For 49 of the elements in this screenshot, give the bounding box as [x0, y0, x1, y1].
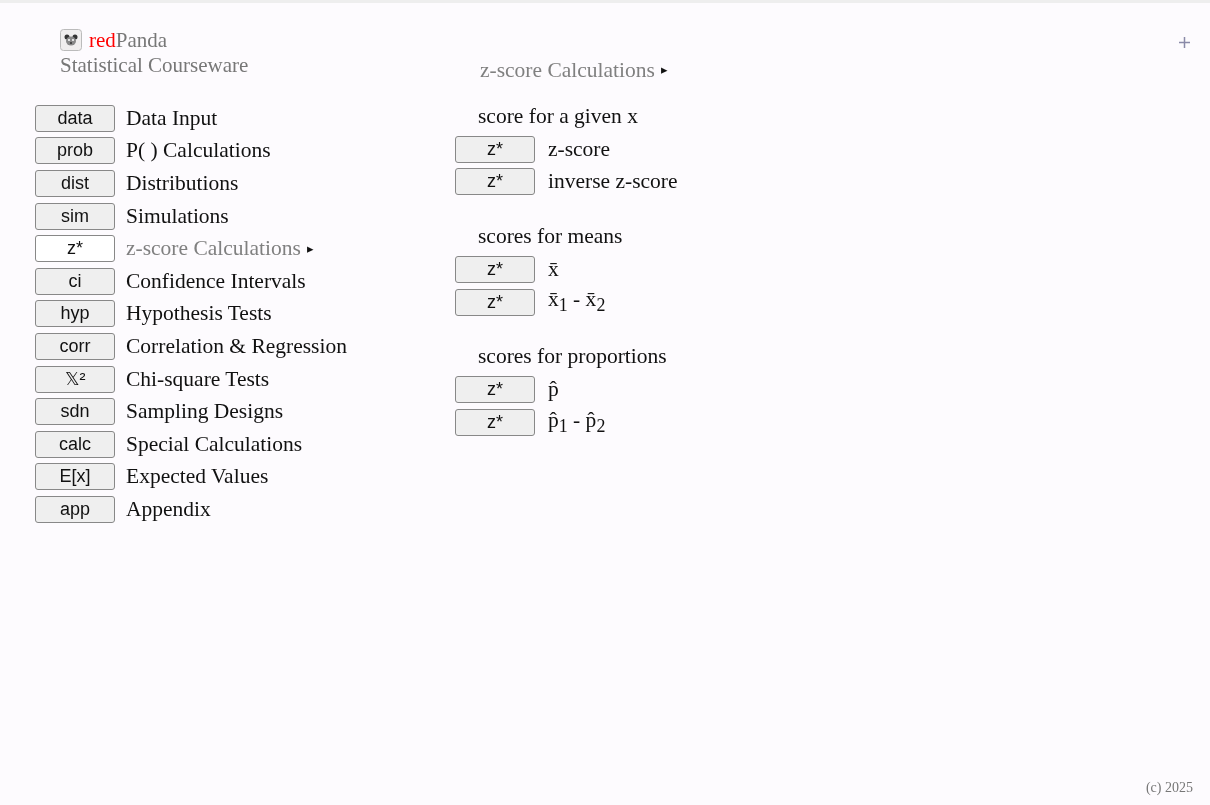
calc-label[interactable]: z-score	[548, 136, 611, 162]
z-score-button[interactable]: z*	[455, 256, 535, 283]
z-score-button[interactable]: z*	[455, 408, 535, 436]
subtitle: Statistical Courseware	[60, 53, 250, 78]
menu-label[interactable]: Sampling Designs	[126, 399, 284, 425]
menu-button[interactable]: sdn	[35, 398, 115, 426]
menu-label[interactable]: Confidence Intervals	[126, 268, 306, 294]
menu-button[interactable]: hyp	[35, 300, 115, 328]
menu-label[interactable]: P( ) Calculations	[126, 138, 271, 164]
menu-button[interactable]: ci	[35, 267, 115, 295]
z-score-button[interactable]: z*	[455, 376, 535, 404]
menu-button[interactable]: z*	[35, 235, 115, 263]
menu-button[interactable]: 𝕏²	[35, 365, 115, 393]
menu-label[interactable]: Distributions	[126, 171, 239, 196]
menu-button[interactable]: prob	[35, 137, 115, 165]
z-score-button[interactable]: z*	[455, 288, 535, 316]
menu-button[interactable]: calc	[35, 430, 115, 458]
panel-title: z-score Calculations	[480, 57, 655, 83]
z-score-button[interactable]: z*	[455, 135, 535, 163]
menu-button[interactable]: data	[35, 104, 115, 132]
menu-label[interactable]: Data Input	[126, 105, 218, 131]
menu-button[interactable]: app	[35, 495, 115, 523]
section-heading: scores for means	[478, 223, 624, 251]
menu-label[interactable]: Hypothesis Tests	[126, 301, 272, 327]
menu-label[interactable]: Special Calculations	[126, 431, 303, 457]
menu-label[interactable]: Chi-square Tests	[126, 366, 270, 392]
menu-label[interactable]: Expected Values	[126, 464, 269, 490]
calc-label[interactable]: inverse z-score	[548, 169, 678, 195]
pointer-glyph: ▸	[306, 240, 314, 257]
calc-label[interactable]: x̄	[548, 257, 559, 282]
menu-button[interactable]: corr	[35, 332, 115, 360]
menu-button[interactable]: sim	[35, 202, 115, 230]
calc-label[interactable]: x̄$_{1}$ - x̄$_{2}$	[548, 287, 606, 317]
pointer-glyph: ▸	[660, 62, 668, 78]
z-score-button[interactable]: z*	[455, 168, 535, 196]
menu-label[interactable]: Appendix	[126, 496, 211, 522]
menu-label[interactable]: Simulations	[126, 203, 229, 229]
menu-button[interactable]: dist	[35, 170, 115, 197]
panda-logo-icon	[60, 29, 82, 51]
menu-button[interactable]: E[x]	[35, 463, 115, 491]
menu-label[interactable]: Correlation & Regression	[126, 333, 347, 359]
calc-label[interactable]: p̂$_{1}$ - p̂$_{2}$	[548, 407, 606, 437]
menu-label[interactable]: z-score Calculations	[126, 236, 301, 262]
copyright: (c) 2025	[1145, 780, 1193, 796]
brand-name: redPanda	[89, 27, 168, 53]
section-heading: score for a given x	[478, 103, 639, 130]
calc-label[interactable]: p̂	[548, 377, 559, 403]
crosshair-icon[interactable]	[1179, 37, 1190, 48]
section-heading: scores for proportions	[478, 343, 668, 371]
